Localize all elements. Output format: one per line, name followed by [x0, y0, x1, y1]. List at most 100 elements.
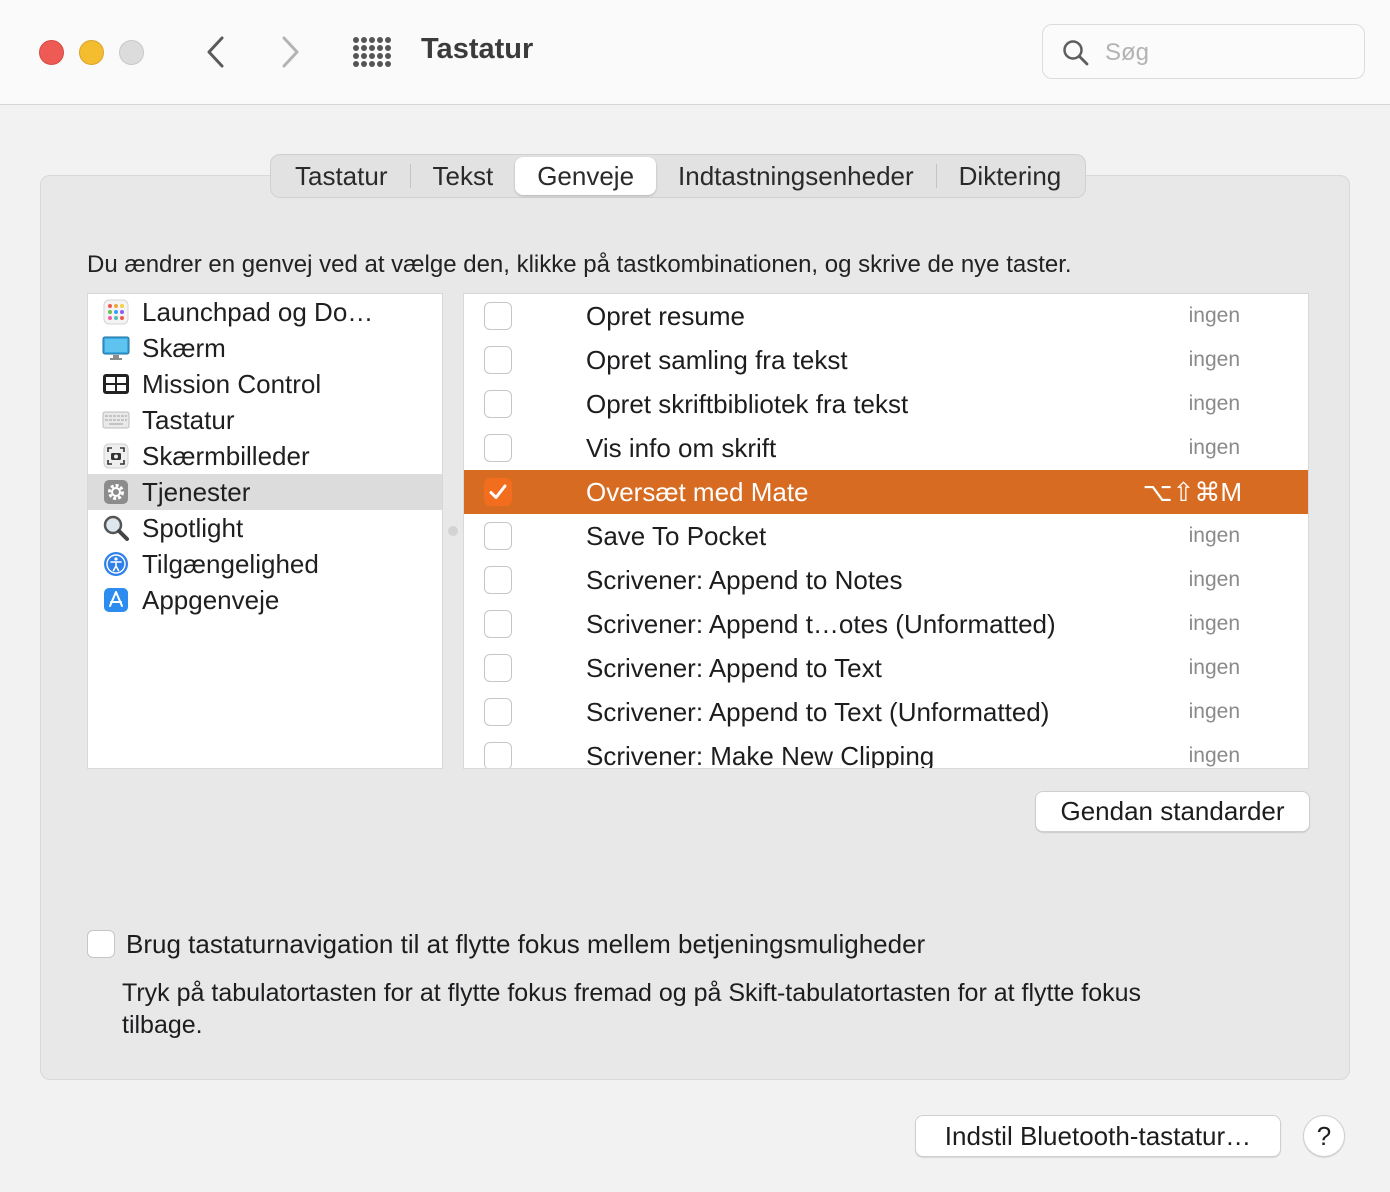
- chevron-right-icon: [282, 36, 299, 68]
- close-window-button[interactable]: [39, 40, 64, 65]
- tab-tekst[interactable]: Tekst: [411, 157, 516, 195]
- tab-indtastningsenheder[interactable]: Indtastningsenheder: [656, 157, 936, 195]
- category-label: Mission Control: [142, 368, 322, 399]
- search-input[interactable]: [1103, 35, 1347, 71]
- shortcut-keys[interactable]: ⌥⇧⌘M: [1143, 477, 1242, 508]
- shortcut-row[interactable]: Opret samling fra tekst ingen: [464, 338, 1308, 382]
- shortcut-checkbox[interactable]: [484, 346, 512, 374]
- shortcut-keys[interactable]: ingen: [1189, 744, 1240, 768]
- window-title: Tastatur: [421, 33, 534, 65]
- shortcut-checkbox[interactable]: [484, 522, 512, 550]
- category-item-appgenveje[interactable]: Appgenveje: [88, 582, 442, 618]
- shortcut-checkbox[interactable]: [484, 302, 512, 330]
- keyboard-navigation-checkbox[interactable]: [87, 930, 115, 958]
- category-label: Tastatur: [142, 404, 235, 435]
- shortcut-label: Scrivener: Append to Text: [586, 652, 882, 683]
- zoom-window-button[interactable]: [119, 40, 144, 65]
- instruction-text: Du ændrer en genvej ved at vælge den, kl…: [87, 251, 1072, 278]
- preferences-content: Tastatur Tekst Genveje Indtastningsenhed…: [0, 105, 1390, 1192]
- category-item-tjenester[interactable]: Tjenester: [88, 474, 442, 510]
- shortcut-row-selected[interactable]: Oversæt med Mate ⌥⇧⌘M: [464, 470, 1308, 514]
- display-icon: [102, 334, 130, 362]
- shortcut-row[interactable]: Scrivener: Append to Text ingen: [464, 646, 1308, 690]
- shortcut-label: Oversæt med Mate: [586, 476, 809, 507]
- shortcut-checkbox[interactable]: [484, 654, 512, 682]
- shortcut-keys[interactable]: ingen: [1189, 348, 1240, 372]
- shortcut-keys[interactable]: ingen: [1189, 568, 1240, 592]
- shortcut-keys[interactable]: ingen: [1189, 524, 1240, 548]
- chevron-left-icon: [207, 36, 224, 68]
- search-icon: [1063, 40, 1089, 66]
- category-label: Launchpad og Do…: [142, 296, 374, 327]
- title-bar: Tastatur: [0, 0, 1390, 105]
- shortcut-label: Opret samling fra tekst: [586, 344, 848, 375]
- shortcut-keys[interactable]: ingen: [1189, 392, 1240, 416]
- shortcut-keys[interactable]: ingen: [1189, 700, 1240, 724]
- setup-bluetooth-keyboard-button[interactable]: Indstil Bluetooth-tastatur…: [915, 1115, 1281, 1157]
- category-label: Tilgængelighed: [142, 548, 319, 579]
- restore-defaults-button[interactable]: Gendan standarder: [1035, 791, 1310, 832]
- shortcut-checkbox[interactable]: [484, 698, 512, 726]
- shortcut-label: Save To Pocket: [586, 520, 767, 551]
- keyboard-navigation-description: Tryk på tabulatortasten for at flytte fo…: [122, 979, 1142, 1039]
- shortcut-row[interactable]: Scrivener: Append t…otes (Unformatted) i…: [464, 602, 1308, 646]
- shortcut-keys[interactable]: ingen: [1189, 656, 1240, 680]
- shortcut-keys[interactable]: ingen: [1189, 436, 1240, 460]
- search-field[interactable]: [1042, 24, 1365, 79]
- category-item-tilgaengelighed[interactable]: Tilgængelighed: [88, 546, 442, 582]
- category-label: Spotlight: [142, 512, 244, 543]
- keyboard-icon: [102, 406, 130, 434]
- shortcut-label: Scrivener: Append to Notes: [586, 564, 903, 595]
- tab-bar: Tastatur Tekst Genveje Indtastningsenhed…: [270, 154, 1087, 198]
- category-item-skaerm[interactable]: Skærm: [88, 330, 442, 366]
- shortcut-checkbox[interactable]: [484, 566, 512, 594]
- shortcut-row[interactable]: Opret skriftbibliotek fra tekst ingen: [464, 382, 1308, 426]
- back-button[interactable]: [196, 32, 236, 72]
- category-label: Skærmbilleder: [142, 440, 310, 471]
- shortcut-row[interactable]: Scrivener: Append to Notes ingen: [464, 558, 1308, 602]
- app-store-icon: [102, 586, 130, 614]
- category-item-tastatur[interactable]: Tastatur: [88, 402, 442, 438]
- shortcut-list: Opret resume ingen Opret samling fra tek…: [463, 293, 1309, 769]
- category-item-skaermbilleder[interactable]: Skærmbilleder: [88, 438, 442, 474]
- category-item-mission-control[interactable]: Mission Control: [88, 366, 442, 402]
- shortcut-keys[interactable]: ingen: [1189, 304, 1240, 328]
- shortcut-row[interactable]: Save To Pocket ingen: [464, 514, 1308, 558]
- category-item-spotlight[interactable]: Spotlight: [88, 510, 442, 546]
- grid-icon: [353, 37, 391, 67]
- screenshot-icon: [102, 442, 130, 470]
- magnifier-icon: [102, 514, 130, 542]
- gear-icon: [102, 478, 130, 506]
- show-all-button[interactable]: [350, 34, 394, 70]
- shortcut-row[interactable]: Scrivener: Append to Text (Unformatted) …: [464, 690, 1308, 734]
- shortcut-label: Opret skriftbibliotek fra tekst: [586, 388, 909, 419]
- tab-genveje[interactable]: Genveje: [515, 157, 657, 195]
- accessibility-icon: [102, 550, 130, 578]
- forward-button[interactable]: [270, 32, 310, 72]
- category-list: Launchpad og Do… Skærm Mission Control T…: [87, 293, 443, 769]
- shortcut-label: Scrivener: Append to Text (Unformatted): [586, 696, 1050, 727]
- category-label: Tjenester: [142, 476, 251, 507]
- category-label: Skærm: [142, 332, 226, 363]
- keyboard-navigation-label: Brug tastaturnavigation til at flytte fo…: [126, 929, 926, 959]
- split-view-handle[interactable]: [448, 526, 458, 536]
- shortcut-row[interactable]: Vis info om skrift ingen: [464, 426, 1308, 470]
- shortcut-label: Scrivener: Make New Clipping: [586, 740, 935, 769]
- shortcut-checkbox-checked[interactable]: [484, 478, 512, 506]
- shortcut-checkbox[interactable]: [484, 434, 512, 462]
- tab-tastatur[interactable]: Tastatur: [273, 157, 410, 195]
- category-label: Appgenveje: [142, 584, 280, 615]
- checkmark-icon: [489, 484, 507, 499]
- minimize-window-button[interactable]: [79, 40, 104, 65]
- shortcut-row[interactable]: Opret resume ingen: [464, 294, 1308, 338]
- shortcut-checkbox[interactable]: [484, 390, 512, 418]
- launchpad-icon: [102, 298, 130, 326]
- shortcut-keys[interactable]: ingen: [1189, 612, 1240, 636]
- help-button[interactable]: ?: [1303, 1115, 1345, 1157]
- shortcut-checkbox[interactable]: [484, 742, 512, 768]
- category-item-launchpad[interactable]: Launchpad og Do…: [88, 294, 442, 330]
- mission-control-icon: [102, 370, 130, 398]
- shortcut-row[interactable]: Scrivener: Make New Clipping ingen: [464, 734, 1308, 769]
- shortcut-checkbox[interactable]: [484, 610, 512, 638]
- tab-diktering[interactable]: Diktering: [937, 157, 1084, 195]
